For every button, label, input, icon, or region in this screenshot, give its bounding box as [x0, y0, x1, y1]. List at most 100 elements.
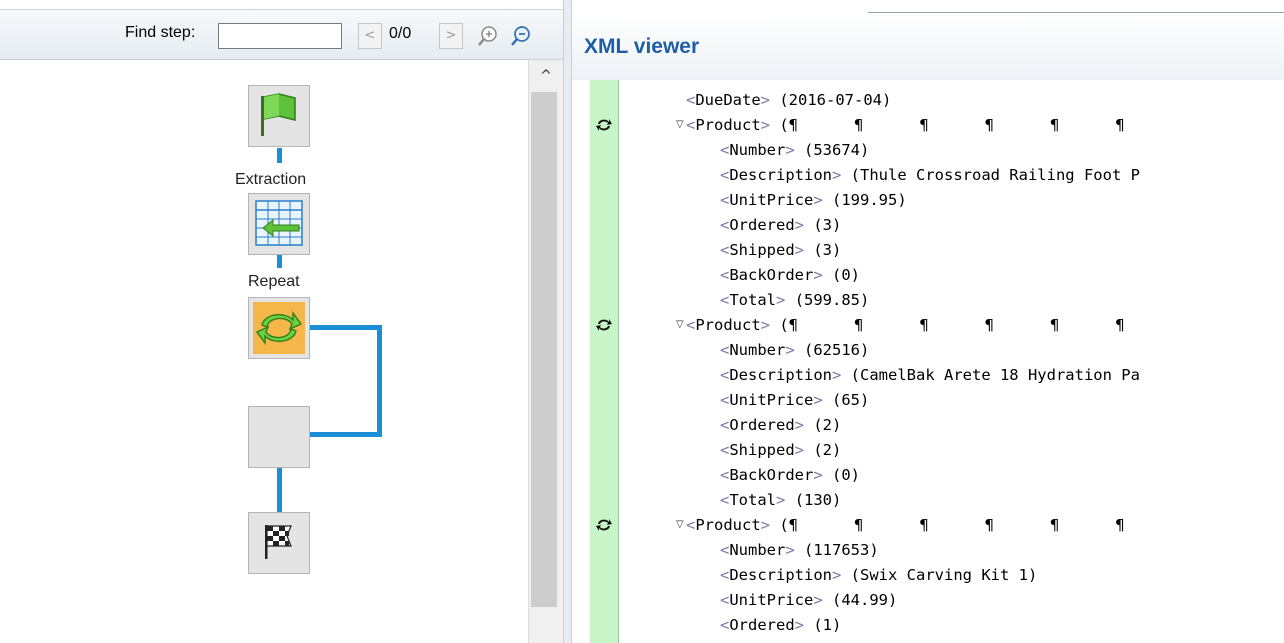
tag-bracket: > [813, 191, 833, 209]
extraction-step[interactable] [248, 193, 310, 255]
xml-tag-name: Shipped [729, 441, 795, 459]
tag-bracket: < [720, 191, 730, 209]
xml-node[interactable]: <UnitPrice> (65) [619, 388, 1284, 413]
connector [277, 148, 282, 163]
xml-node[interactable]: <Ordered> (1) [619, 613, 1284, 638]
tag-bracket: > [794, 241, 814, 259]
zoom-out-icon[interactable] [509, 24, 533, 48]
xml-tag-name: BackOrder [729, 266, 814, 284]
zoom-in-icon[interactable] [476, 24, 500, 48]
tag-bracket: < [720, 441, 730, 459]
xml-value: (117653) [804, 541, 879, 559]
expand-triangle-icon[interactable]: ▽ [676, 119, 684, 130]
xml-node[interactable]: <Description> (CamelBak Arete 18 Hydrati… [619, 363, 1284, 388]
xml-node[interactable]: <Total> (130) [619, 488, 1284, 513]
xml-value: (130) [794, 491, 842, 509]
connector [277, 255, 282, 268]
xml-tag-name: DueDate [695, 91, 761, 109]
xml-node[interactable]: <UnitPrice> (199.95) [619, 188, 1284, 213]
next-match-button[interactable]: > [439, 23, 463, 49]
table-extract-icon [255, 200, 303, 246]
empty-step[interactable] [248, 406, 310, 468]
xml-tag-name: Description [729, 366, 832, 384]
find-step-input[interactable] [218, 23, 342, 49]
xml-tag-name: UnitPrice [729, 191, 814, 209]
checkered-flag-icon [265, 525, 292, 559]
xml-node[interactable]: <Number> (62516) [619, 338, 1284, 363]
tag-bracket: < [720, 591, 730, 609]
xml-node[interactable]: <BackOrder> (0) [619, 263, 1284, 288]
xml-node-expandable[interactable]: <Product> (¶ ¶ ¶ ¶ ¶ ¶ [619, 313, 1284, 338]
tag-bracket: > [813, 391, 833, 409]
xml-value: (2) [813, 441, 842, 459]
tag-bracket: < [720, 166, 730, 184]
xml-tag-name: Description [729, 166, 832, 184]
tag-bracket: < [720, 416, 730, 434]
xml-value: (53674) [804, 141, 870, 159]
tag-bracket: > [776, 491, 795, 509]
start-step[interactable] [248, 85, 310, 147]
workflow-vertical-scrollbar[interactable]: ^ [528, 60, 563, 643]
tag-bracket: > [785, 141, 805, 159]
xml-node[interactable]: <Description> (Thule Crossroad Railing F… [619, 163, 1284, 188]
xml-tag-name: Product [695, 116, 761, 134]
xml-node[interactable]: <Ordered> (2) [619, 413, 1284, 438]
tag-bracket: > [794, 441, 814, 459]
scrollbar-thumb[interactable] [531, 92, 557, 607]
refresh-icon[interactable] [594, 115, 614, 135]
xml-node[interactable]: <Shipped> (3) [619, 238, 1284, 263]
xml-node[interactable]: <Number> (53674) [619, 138, 1284, 163]
xml-value: (Swix Carving Kit 1) [850, 566, 1038, 584]
tag-bracket: > [813, 466, 833, 484]
xml-value: (¶ ¶ ¶ ¶ ¶ ¶ [779, 116, 1125, 134]
xml-tag-name: Number [729, 141, 786, 159]
xml-tag-name: UnitPrice [729, 591, 814, 609]
xml-tag-name: Shipped [729, 241, 795, 259]
tag-bracket: < [720, 141, 730, 159]
tag-bracket: > [760, 116, 780, 134]
tag-bracket: > [832, 166, 851, 184]
xml-node-expandable[interactable]: <Product> (¶ ¶ ¶ ¶ ¶ ¶ [619, 513, 1284, 538]
xml-value: (¶ ¶ ¶ ¶ ¶ ¶ [779, 516, 1125, 534]
match-counter: 0/0 [389, 25, 412, 42]
tag-bracket: > [832, 566, 851, 584]
workflow-canvas[interactable]: Extraction Repeat [0, 60, 528, 643]
xml-node-expandable[interactable]: <Product> (¶ ¶ ¶ ¶ ¶ ¶ [619, 113, 1284, 138]
expand-triangle-icon[interactable]: ▽ [676, 319, 684, 330]
xml-value: (599.85) [794, 291, 870, 309]
end-step[interactable] [248, 512, 310, 574]
previous-match-button[interactable]: < [358, 23, 382, 49]
xml-tag-name: Product [695, 316, 761, 334]
tag-bracket: < [686, 91, 696, 109]
tag-bracket: < [686, 316, 696, 334]
repeat-step[interactable] [248, 297, 310, 359]
xml-node-partial [619, 63, 1284, 88]
xml-tag-name: Number [729, 541, 786, 559]
tag-bracket: < [720, 266, 730, 284]
tag-bracket: > [794, 216, 814, 234]
panel-splitter[interactable] [563, 0, 572, 643]
xml-tree-view[interactable]: <DueDate> (2016-07-04) <Product> (¶ ¶ ¶ ¶… [590, 80, 1284, 643]
xml-node[interactable]: <Shipped> (2) [619, 438, 1284, 463]
expand-triangle-icon[interactable]: ▽ [676, 519, 684, 530]
workflow-panel: Find step: < 0/0 > Extraction Repeat ^ [0, 0, 563, 643]
refresh-icon[interactable] [594, 515, 614, 535]
green-flag-icon [261, 93, 296, 136]
xml-node[interactable]: <BackOrder> (0) [619, 463, 1284, 488]
xml-node[interactable]: <Description> (Swix Carving Kit 1) [619, 563, 1284, 588]
xml-node[interactable]: <DueDate> (2016-07-04) [619, 88, 1284, 113]
xml-node[interactable]: <UnitPrice> (44.99) [619, 588, 1284, 613]
xml-node[interactable]: <Total> (599.85) [619, 288, 1284, 313]
refresh-icon[interactable] [594, 315, 614, 335]
tag-bracket: < [720, 241, 730, 259]
xml-node[interactable]: <Ordered> (3) [619, 213, 1284, 238]
chevron-up-icon[interactable]: ^ [529, 66, 563, 86]
xml-node[interactable]: <Number> (117653) [619, 538, 1284, 563]
tag-bracket: < [720, 466, 730, 484]
find-step-label: Find step: [125, 24, 196, 41]
tag-bracket: > [813, 591, 833, 609]
xml-tag-name: Ordered [729, 216, 795, 234]
tag-bracket: < [720, 491, 730, 509]
tag-bracket: < [720, 216, 730, 234]
xml-tag-name: Ordered [729, 416, 795, 434]
